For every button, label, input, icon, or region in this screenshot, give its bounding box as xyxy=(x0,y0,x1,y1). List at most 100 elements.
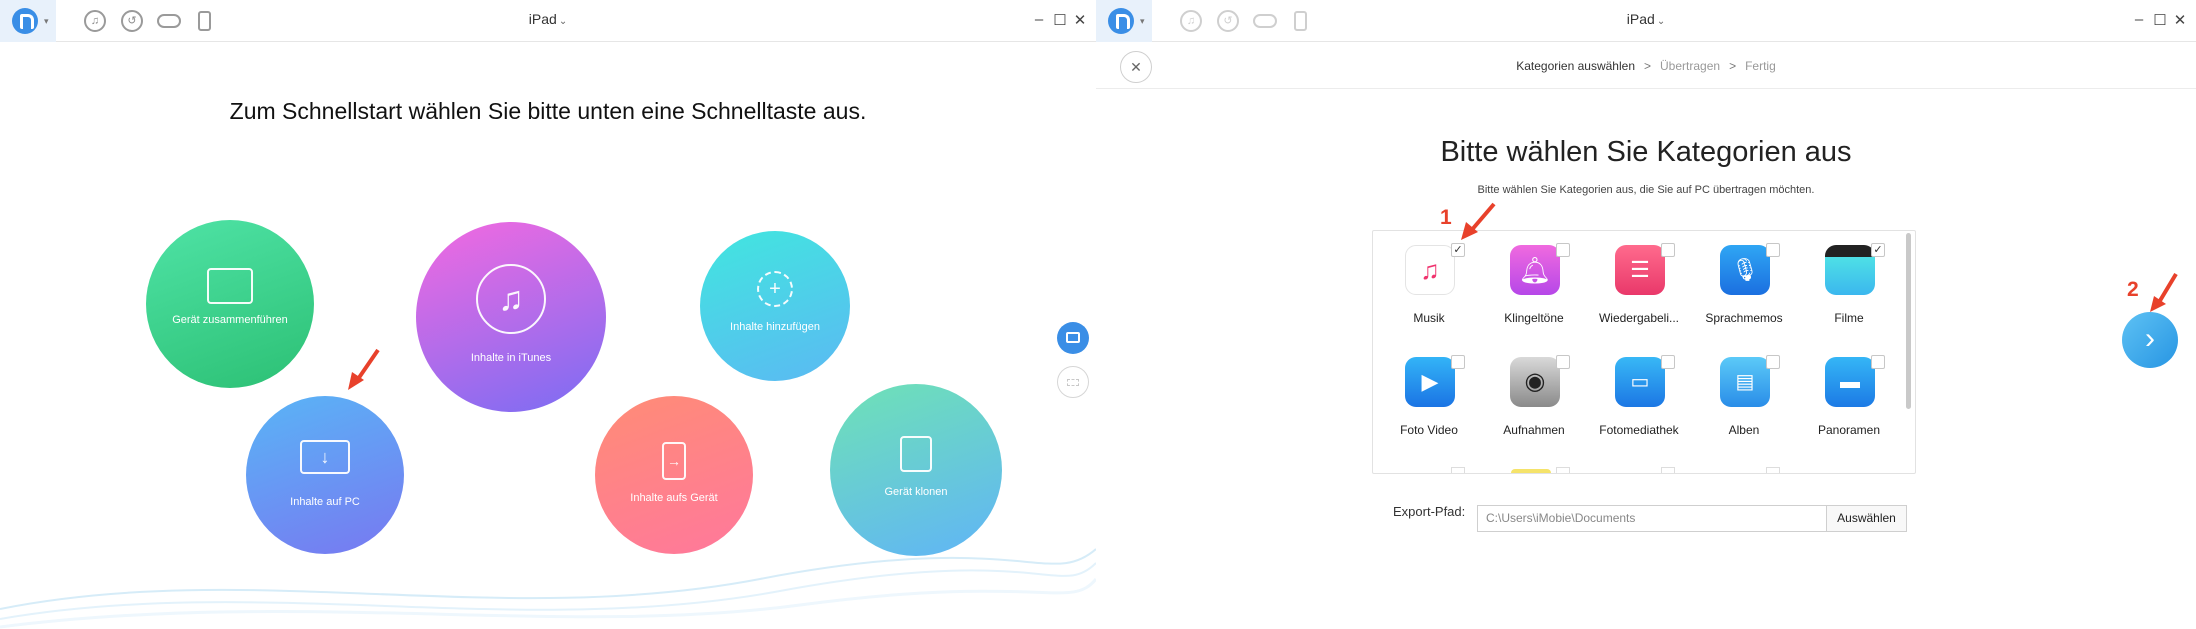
category-window: ▾ ♫ ↺ iPad ⌄ – ☐ ✕ ✕ Kategorien auswählen… xyxy=(1096,0,2196,629)
category-recordings[interactable]: ◉ Aufnahmen xyxy=(1482,343,1586,437)
step-select-categories: Kategorien auswählen xyxy=(1516,59,1635,73)
titlebar: ▾ ♫ ↺ iPad ⌄ – ☐ ✕ xyxy=(1096,0,2196,42)
category-checkbox[interactable] xyxy=(1451,467,1465,473)
category-checkbox[interactable] xyxy=(1451,355,1465,369)
breadcrumb: Kategorien auswählen > Übertragen > Fertig xyxy=(1096,59,2196,73)
category-grid: ♫ ✓ Musik 🔔︎ Klingeltöne ☰ Wiedergabeli.… xyxy=(1372,230,1916,474)
category-playlists[interactable]: ☰ Wiedergabeli... xyxy=(1587,231,1691,325)
minimize-button[interactable]: – xyxy=(2131,11,2147,28)
close-button[interactable]: ✕ xyxy=(2172,11,2188,29)
chevron-right-icon: › xyxy=(2145,322,2155,355)
category-ringtones[interactable]: 🔔︎ Klingeltöne xyxy=(1482,231,1586,325)
more-tools-button[interactable] xyxy=(1057,366,1089,398)
add-content-button[interactable]: + Inhalte hinzufügen xyxy=(700,231,850,381)
annotation-arrow xyxy=(348,348,380,390)
category-label: Aufnahmen xyxy=(1503,423,1565,437)
bell-icon: 🔔︎ xyxy=(1510,245,1560,295)
content-to-pc-label: Inhalte auf PC xyxy=(290,496,360,508)
page-title: Bitte wählen Sie Kategorien aus xyxy=(1440,136,1852,168)
choose-folder-button[interactable]: Auswählen xyxy=(1826,505,1907,532)
itunes-content-label: Inhalte in iTunes xyxy=(470,352,552,364)
close-button[interactable]: ✕ xyxy=(1072,11,1088,29)
itunes-transfer-icon: ♫ xyxy=(476,264,546,334)
itunes-content-button[interactable]: ♫ Inhalte in iTunes xyxy=(416,222,606,412)
content-to-device-button[interactable]: → Inhalte aufs Gerät xyxy=(595,396,753,554)
category-checkbox[interactable] xyxy=(1661,355,1675,369)
category-checkbox[interactable] xyxy=(1661,467,1675,473)
category-photo-video[interactable]: ▶ Foto Video xyxy=(1377,343,1481,437)
device-selector[interactable]: iPad ⌄ xyxy=(1096,11,2196,27)
phone-transfer-icon: → xyxy=(662,442,686,480)
category-checkbox[interactable]: ✓ xyxy=(1871,243,1885,257)
toolbox-icon xyxy=(1066,332,1080,343)
device-name: iPad xyxy=(1626,11,1655,27)
merge-icon xyxy=(207,268,253,304)
category-label: Klingeltöne xyxy=(1504,311,1564,325)
music-note-icon: ♫ xyxy=(1405,245,1455,295)
category-label: Musik xyxy=(1413,311,1445,325)
category-albums[interactable]: ▤ Alben xyxy=(1692,343,1796,437)
category-voice-memos[interactable]: 🎙︎ Sprachmemos xyxy=(1692,231,1796,325)
add-content-icon: + xyxy=(757,271,793,307)
camera-icon: ◉ xyxy=(1510,357,1560,407)
device-selector[interactable]: iPad ⌄ xyxy=(0,11,1096,27)
maximize-button[interactable]: ☐ xyxy=(2152,11,2168,29)
category-checkbox[interactable] xyxy=(1871,355,1885,369)
category-photo-library[interactable]: ▭ Fotomediathek xyxy=(1587,343,1691,437)
category-checkbox[interactable] xyxy=(1766,355,1780,369)
merge-device-button[interactable]: Gerät zusammenführen xyxy=(146,220,314,388)
category-label: Filme xyxy=(1834,311,1864,325)
category-checkbox[interactable] xyxy=(1766,467,1780,473)
album-icon: ▤ xyxy=(1720,357,1770,407)
category-checkbox[interactable] xyxy=(1556,467,1570,473)
category-label: Foto Video xyxy=(1400,423,1458,437)
clone-device-label: Gerät klonen xyxy=(884,486,948,498)
annotation-marker-1: 1 xyxy=(1440,206,1452,229)
clone-device-icon xyxy=(900,436,932,472)
content-to-pc-button[interactable]: ↓ Inhalte auf PC xyxy=(246,396,404,554)
playlist-icon: ☰ xyxy=(1615,245,1665,295)
scrollbar[interactable] xyxy=(1906,233,1911,409)
content-to-device-label: Inhalte aufs Gerät xyxy=(630,492,718,504)
export-path-label: Export-Pfad: xyxy=(1393,504,1466,519)
category-label: Wiedergabeli... xyxy=(1598,311,1680,325)
minimize-button[interactable]: – xyxy=(1031,11,1047,28)
step-done: Fertig xyxy=(1745,59,1776,73)
category-checkbox[interactable] xyxy=(1661,243,1675,257)
chevron-down-icon: ⌄ xyxy=(558,16,568,27)
export-path-field[interactable]: C:\Users\iMobie\Documents xyxy=(1477,505,1826,532)
category-label: Sprachmemos xyxy=(1705,311,1783,325)
annotation-marker-2: 2 xyxy=(2127,278,2139,301)
quickstart-window: ▾ ♫ ↺ iPad ⌄ – ☐ ✕ Zum Schnellstart wähle… xyxy=(0,0,1096,629)
category-label: Panoramen xyxy=(1817,423,1881,437)
photo-folder-icon: ▭ xyxy=(1615,357,1665,407)
category-checkbox[interactable] xyxy=(1766,243,1780,257)
page-headline: Zum Schnellstart wählen Sie bitte unten … xyxy=(229,98,867,124)
breadcrumb-separator: > xyxy=(1729,59,1737,73)
annotation-arrow xyxy=(2150,272,2178,312)
category-music[interactable]: ♫ ✓ Musik xyxy=(1377,231,1481,325)
step-transfer: Übertragen xyxy=(1660,59,1721,73)
chevron-down-icon: ⌄ xyxy=(1656,16,1666,27)
page-subtitle: Bitte wählen Sie Kategorien aus, die Sie… xyxy=(1477,184,1815,196)
clapperboard-icon xyxy=(1825,245,1875,295)
monitor-download-icon: ↓ xyxy=(300,440,350,474)
toolbox-button[interactable] xyxy=(1057,322,1089,354)
next-button[interactable]: › xyxy=(2122,312,2178,368)
category-checkbox[interactable] xyxy=(1556,243,1570,257)
category-label: Alben xyxy=(1728,423,1760,437)
grid-icon xyxy=(1067,379,1079,386)
category-checkbox[interactable] xyxy=(1556,355,1570,369)
merge-device-label: Gerät zusammenführen xyxy=(172,314,288,326)
video-camera-icon: ▶ xyxy=(1405,357,1455,407)
maximize-button[interactable]: ☐ xyxy=(1052,11,1068,29)
category-panoramas[interactable]: ▬ Panoramen xyxy=(1797,343,1901,437)
category-checkbox[interactable]: ✓ xyxy=(1451,243,1465,257)
clone-device-button[interactable]: Gerät klonen xyxy=(830,384,1002,556)
add-content-label: Inhalte hinzufügen xyxy=(730,321,820,333)
breadcrumb-separator: > xyxy=(1644,59,1652,73)
category-label: Fotomediathek xyxy=(1599,423,1679,437)
annotation-arrow xyxy=(1461,202,1496,240)
device-name: iPad xyxy=(528,11,557,27)
category-movies[interactable]: ✓ Filme xyxy=(1797,231,1901,325)
